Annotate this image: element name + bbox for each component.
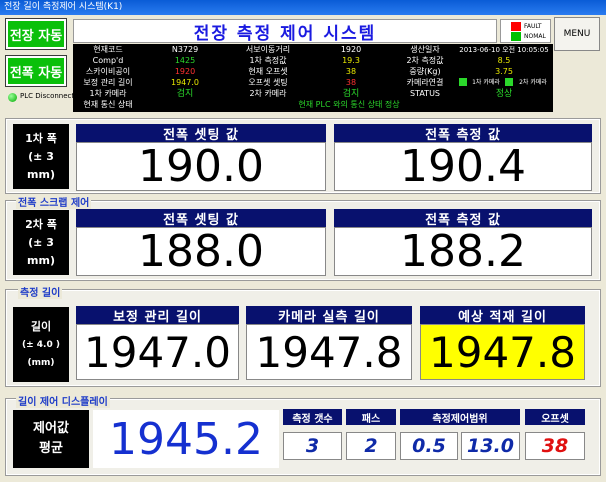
width1-side-line2: (± 3 mm) xyxy=(27,149,55,181)
current-offset-value: 38 xyxy=(345,67,357,76)
control-avg-display: 1945.2 xyxy=(93,410,279,468)
first-measure-value: 19.3 xyxy=(342,56,360,65)
cam2-conn-label: 2차 카메라 xyxy=(519,79,547,86)
pass-header: 패스 xyxy=(346,409,396,425)
width-auto-button[interactable]: 전폭 자동 xyxy=(5,55,67,87)
page-title: 전장 측정 제어 시스템 xyxy=(73,19,497,44)
first-measure-label: 1차 측정값 xyxy=(249,56,287,65)
comm-label: 현재 통신 상태 xyxy=(83,100,133,109)
corr-length-value: 1947.0 xyxy=(171,78,199,87)
fault-lamp-icon xyxy=(511,22,521,31)
cam2-status: 검지 xyxy=(342,89,360,99)
window-title: 전장 길이 측정제어 시스템(K1) xyxy=(0,0,606,15)
info-panel: 현재코드 N3729 서보이동거리 1920 생산일자 2013-06-10 오… xyxy=(73,44,553,112)
control-side-line2: 평균 xyxy=(39,441,63,456)
offset-set-label: 오프셋 셋팅 xyxy=(248,78,288,87)
width2-meas-header: 전폭 측정 값 xyxy=(334,209,592,228)
control-section-title: 길이 제어 디스플레이 xyxy=(16,393,110,408)
fault-indicator: FAULT NOMAL xyxy=(500,19,551,43)
length-auto-button[interactable]: 전장 자동 xyxy=(5,18,67,50)
weight-label: 중량(Kg) xyxy=(409,67,441,76)
width2-meas-value: 188.2 xyxy=(334,226,592,277)
scr-value: 1920 xyxy=(174,67,196,76)
width1-meas-header: 전폭 측정 값 xyxy=(334,124,592,143)
weight-value: 3.75 xyxy=(495,67,513,76)
status-label: STATUS xyxy=(409,89,440,98)
camera-length-header: 카메라 실측 길이 xyxy=(246,306,412,325)
length-side-line2: (± 4.0 ) xyxy=(22,339,60,350)
pass-value: 2 xyxy=(346,432,396,460)
control-side-line1: 제어값 xyxy=(33,421,69,436)
plc-status-led-icon xyxy=(8,93,17,102)
width2-set-value: 188.0 xyxy=(76,226,326,277)
second-measure-label: 2차 측정값 xyxy=(406,56,444,65)
width1-side-label: 1차 폭 (± 3 mm) xyxy=(13,124,69,189)
count-header: 측정 갯수 xyxy=(283,409,342,425)
count-value: 3 xyxy=(283,432,342,460)
plc-status-text: PLC Disconnect xyxy=(20,92,75,100)
expected-length-header: 예상 적재 길이 xyxy=(420,306,585,325)
normal-label: NOMAL xyxy=(524,33,546,40)
offset-value: 38 xyxy=(525,432,585,460)
corr-length-label: 보정 관리 길이 xyxy=(83,78,133,87)
cam1-conn-icon xyxy=(459,78,467,86)
expected-length-display: 1947.8 xyxy=(420,324,585,380)
width2-side-line1: 2차 폭 xyxy=(25,217,57,231)
servo-move-label: 서보이동거리 xyxy=(245,45,291,54)
menu-button[interactable]: MENU xyxy=(554,17,600,51)
width1-side-line1: 1차 폭 xyxy=(25,131,57,145)
camera-length-display: 1947.8 xyxy=(246,324,412,380)
prod-date-value: 2013-06-10 오전 10:05:05 xyxy=(459,46,549,54)
fault-label: FAULT xyxy=(524,23,542,30)
current-offset-label: 현재 오프셋 xyxy=(248,67,288,76)
width1-meas-value: 190.4 xyxy=(334,141,592,192)
width1-set-header: 전폭 셋팅 값 xyxy=(76,124,326,143)
width1-set-value: 190.0 xyxy=(76,141,326,192)
cam1-conn-label: 1차 카메라 xyxy=(472,79,500,86)
comm-value: 현재 PLC 와의 통신 상태 정상 xyxy=(298,100,400,109)
second-measure-value: 8.5 xyxy=(497,56,511,65)
cam1-label: 1차 카메라 xyxy=(89,89,127,98)
camera-conn-label: 카메라연결 xyxy=(406,78,444,87)
product-code-label: 현재코드 xyxy=(93,45,123,54)
corr-length-header: 보정 관리 길이 xyxy=(76,306,239,325)
cam2-conn-icon xyxy=(505,78,513,86)
range-max-value: 13.0 xyxy=(461,432,520,460)
servo-move-value: 1920 xyxy=(340,45,362,54)
compd-label: Comp'd xyxy=(92,56,124,65)
length-section-title: 측정 길이 xyxy=(18,284,63,299)
offset-set-value: 38 xyxy=(345,78,357,87)
normal-lamp-icon xyxy=(511,32,521,41)
width2-side-line2: (± 3 mm) xyxy=(27,235,55,267)
prod-date-label: 생산일자 xyxy=(410,45,440,54)
width2-set-header: 전폭 셋팅 값 xyxy=(76,209,326,228)
cam2-label: 2차 카메라 xyxy=(249,89,287,98)
length-side-line3: (mm) xyxy=(27,357,55,368)
width2-section-title: 전폭 스크랩 제어 xyxy=(16,194,92,209)
control-side-label: 제어값 평균 xyxy=(13,410,89,468)
range-min-value: 0.5 xyxy=(400,432,458,460)
range-header: 측정제어범위 xyxy=(400,409,520,425)
width2-side-label: 2차 폭 (± 3 mm) xyxy=(13,210,69,275)
offset-header: 오프셋 xyxy=(525,409,585,425)
scr-label: 스카이비공이 xyxy=(85,67,131,76)
length-side-line1: 길이 xyxy=(30,319,52,333)
product-code-value: N3729 xyxy=(171,45,199,54)
cam1-status: 검지 xyxy=(176,89,194,99)
corr-length-display: 1947.0 xyxy=(76,324,239,380)
compd-value: 1425 xyxy=(174,56,196,65)
status-value: 정상 xyxy=(495,89,513,99)
length-side-label: 길이 (± 4.0 ) (mm) xyxy=(13,307,69,382)
